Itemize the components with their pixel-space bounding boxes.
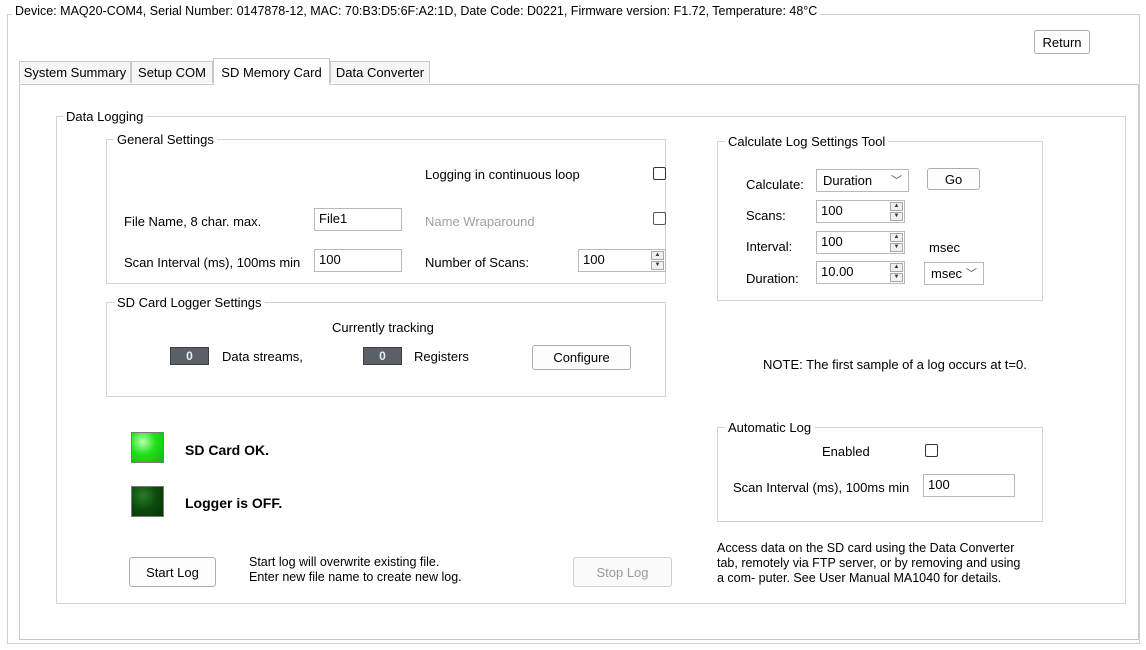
duration-stepper[interactable]: 10.00 ▲ ▼ xyxy=(816,261,905,284)
logger-status-text: Logger is OFF. xyxy=(185,495,283,511)
scans-stepper[interactable]: 100 ▲ ▼ xyxy=(816,200,905,223)
file-name-input[interactable]: File1 xyxy=(314,208,402,231)
registers-counter: 0 xyxy=(363,347,402,365)
duration-label: Duration: xyxy=(746,271,799,286)
calculate-tool-title: Calculate Log Settings Tool xyxy=(725,134,889,149)
data-logging-title: Data Logging xyxy=(63,109,147,124)
first-sample-note: NOTE: The first sample of a log occurs a… xyxy=(763,357,1027,372)
scan-interval-input[interactable]: 100 xyxy=(314,249,402,272)
auto-log-enabled-label: Enabled xyxy=(822,444,870,459)
start-log-button[interactable]: Start Log xyxy=(129,557,216,587)
calculate-select-value: Duration xyxy=(823,173,873,188)
file-name-label: File Name, 8 char. max. xyxy=(124,214,262,229)
name-wraparound-checkbox[interactable] xyxy=(653,212,666,225)
interval-spin[interactable]: ▲ ▼ xyxy=(890,233,903,252)
access-note-line-3: a com- puter. See User Manual MA1040 for… xyxy=(717,571,1002,585)
chevron-down-icon: ﹀ xyxy=(891,175,902,187)
duration-value: 10.00 xyxy=(821,264,854,279)
interval-label: Interval: xyxy=(746,239,793,254)
sd-card-status-text: SD Card OK. xyxy=(185,442,270,458)
num-scans-spin[interactable]: ▲ ▼ xyxy=(651,251,664,270)
duration-unit-value: msec xyxy=(931,266,963,281)
continuous-loop-checkbox[interactable] xyxy=(653,167,666,180)
sd-card-status-led xyxy=(131,432,164,463)
interval-unit: msec xyxy=(929,240,961,255)
access-note-line-2: tab, remotely via FTP server, or by remo… xyxy=(717,556,1021,570)
name-wraparound-label: Name Wraparound xyxy=(425,214,535,229)
data-streams-label: Data streams, xyxy=(222,349,303,364)
num-scans-value: 100 xyxy=(583,252,605,267)
duration-unit-select[interactable]: msec ﹀ xyxy=(924,262,984,285)
tab-data-converter[interactable]: Data Converter xyxy=(330,61,430,83)
num-scans-stepper[interactable]: 100 ▲ ▼ xyxy=(578,249,666,272)
data-streams-counter: 0 xyxy=(170,347,209,365)
auto-scan-interval-input[interactable]: 100 xyxy=(923,474,1015,497)
tab-setup-com[interactable]: Setup COM xyxy=(131,61,213,83)
tab-system-summary[interactable]: System Summary xyxy=(19,61,131,83)
automatic-log-title: Automatic Log xyxy=(725,420,815,435)
sd-logger-settings-title: SD Card Logger Settings xyxy=(114,295,265,310)
registers-label: Registers xyxy=(414,349,469,364)
configure-button[interactable]: Configure xyxy=(532,345,631,370)
scans-label: Scans: xyxy=(746,208,786,223)
num-scans-label: Number of Scans: xyxy=(425,255,530,270)
interval-stepper[interactable]: 100 ▲ ▼ xyxy=(816,231,905,254)
general-settings-title: General Settings xyxy=(114,132,217,147)
return-button[interactable]: Return xyxy=(1034,30,1090,54)
calculate-label: Calculate: xyxy=(746,177,804,192)
device-info-bar: Device: MAQ20-COM4, Serial Number: 01478… xyxy=(12,4,821,18)
start-log-note-2: Enter new file name to create new log. xyxy=(249,570,462,584)
calculate-select[interactable]: Duration ﹀ xyxy=(816,169,909,192)
scans-spin[interactable]: ▲ ▼ xyxy=(890,202,903,221)
interval-value: 100 xyxy=(821,234,843,249)
duration-spin[interactable]: ▲ ▼ xyxy=(890,263,903,282)
auto-scan-interval-label: Scan Interval (ms), 100ms min xyxy=(733,480,910,495)
currently-tracking-label: Currently tracking xyxy=(332,320,434,335)
start-log-note-1: Start log will overwrite existing file. xyxy=(249,555,440,569)
auto-log-enabled-checkbox[interactable] xyxy=(925,444,938,457)
continuous-loop-label: Logging in continuous loop xyxy=(425,167,580,182)
chevron-down-icon: ﹀ xyxy=(966,268,977,280)
scan-interval-label: Scan Interval (ms), 100ms min xyxy=(124,255,301,270)
logger-status-led xyxy=(131,486,164,517)
tab-sd-memory-card[interactable]: SD Memory Card xyxy=(213,58,330,85)
access-note-line-1: Access data on the SD card using the Dat… xyxy=(717,541,1015,555)
scans-value: 100 xyxy=(821,203,843,218)
stop-log-button[interactable]: Stop Log xyxy=(573,557,672,587)
go-button[interactable]: Go xyxy=(927,168,980,190)
